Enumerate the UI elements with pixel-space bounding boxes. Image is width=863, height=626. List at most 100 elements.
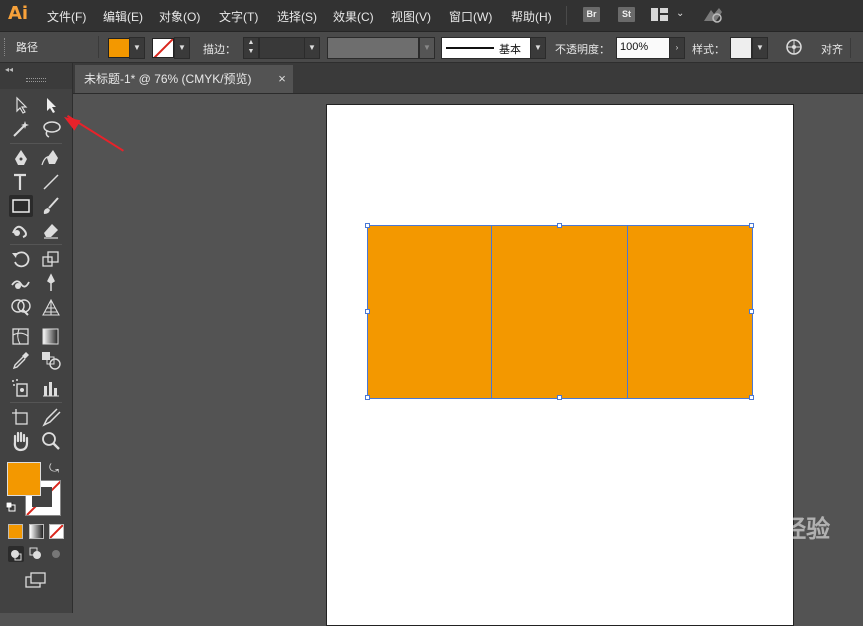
artboard-tool-icon[interactable] <box>9 406 33 428</box>
pen-tool-icon[interactable] <box>9 147 33 169</box>
fill-color-swatch[interactable] <box>108 38 130 58</box>
puppet-warp-tool-icon[interactable] <box>39 272 63 294</box>
fill-color-box[interactable] <box>7 462 41 496</box>
menu-view[interactable]: 视图(V) <box>391 8 431 25</box>
workspace-layout-icon[interactable] <box>651 8 668 21</box>
stroke-weight-input[interactable] <box>259 37 305 59</box>
variable-width-dropdown[interactable]: ▼ <box>419 37 435 59</box>
align-label[interactable]: 对齐 <box>821 41 843 57</box>
paintbrush-tool-icon[interactable] <box>39 195 63 217</box>
bounding-box-handle[interactable] <box>557 223 562 228</box>
watermark-brand: Bai <box>662 510 716 545</box>
paw-icon <box>715 518 737 541</box>
draw-inside-icon[interactable] <box>48 546 64 562</box>
bounding-box-handle[interactable] <box>749 223 754 228</box>
opacity-input[interactable]: 100% <box>616 37 670 59</box>
perspective-grid-tool-icon[interactable] <box>39 296 63 318</box>
menu-effect[interactable]: 效果(C) <box>333 8 374 25</box>
selection-type-label: 路径 <box>16 42 38 54</box>
bounding-box-handle[interactable] <box>749 395 754 400</box>
baidu-watermark: Bai du 经验 jingyan.baidu.com <box>662 510 830 562</box>
magic-wand-tool-icon[interactable] <box>9 118 33 140</box>
curvature-tool-icon[interactable] <box>39 147 63 169</box>
mesh-tool-icon[interactable] <box>9 325 33 347</box>
chevron-down-icon[interactable]: ⌄ <box>676 8 684 19</box>
stroke-weight-dropdown[interactable]: ▼ <box>304 37 320 59</box>
swap-fill-stroke-icon[interactable]: ⤿ <box>49 461 59 476</box>
menu-file[interactable]: 文件(F) <box>47 8 86 25</box>
symbol-sprayer-tool-icon[interactable] <box>9 377 33 399</box>
stock-icon[interactable]: St <box>618 7 635 22</box>
stroke-weight-stepper[interactable]: ▲ ▼ <box>243 37 259 59</box>
bounding-box-handle[interactable] <box>365 223 370 228</box>
hand-tool-icon[interactable] <box>9 430 33 452</box>
menu-edit[interactable]: 编辑(E) <box>103 8 143 25</box>
watermark-url: jingyan.baidu.com <box>663 545 793 561</box>
none-mode-icon[interactable] <box>49 524 64 539</box>
menu-select[interactable]: 选择(S) <box>277 8 317 25</box>
tool-divider <box>10 244 62 245</box>
lasso-tool-icon[interactable] <box>39 118 63 140</box>
color-mode-icon[interactable] <box>8 524 23 539</box>
brush-definition-label: 基本 <box>499 44 521 56</box>
bounding-box-handle[interactable] <box>365 395 370 400</box>
column-graph-tool-icon[interactable] <box>39 377 63 399</box>
selected-rectangle-group[interactable] <box>367 225 753 399</box>
scale-tool-icon[interactable] <box>39 248 63 270</box>
style-dropdown[interactable]: ▼ <box>752 37 768 59</box>
document-tab-title: 未标题-1* @ 76% (CMYK/预览) <box>84 72 252 86</box>
opacity-label: 不透明度： <box>555 44 610 56</box>
collapse-panel-icon[interactable]: ◂◂ <box>5 65 13 74</box>
bounding-box-handle[interactable] <box>749 309 754 314</box>
stroke-color-swatch[interactable] <box>152 38 174 58</box>
menu-help[interactable]: 帮助(H) <box>511 8 552 25</box>
opacity-flyout[interactable]: › <box>669 37 685 59</box>
type-tool-icon[interactable] <box>9 171 33 193</box>
bridge-icon[interactable]: Br <box>583 7 600 22</box>
panel-grip <box>4 38 7 56</box>
warp-tool-icon[interactable] <box>9 272 33 294</box>
gradient-tool-icon[interactable] <box>39 325 63 347</box>
menu-type[interactable]: 文字(T) <box>219 8 258 25</box>
menu-bar: Ai 文件(F) 编辑(E) 对象(O) 文字(T) 选择(S) 效果(C) 视… <box>0 0 863 32</box>
menu-object[interactable]: 对象(O) <box>159 8 200 25</box>
watermark-brand2: du <box>737 515 772 543</box>
rotate-tool-icon[interactable] <box>9 248 33 270</box>
selection-tool-icon[interactable] <box>9 94 33 116</box>
draw-normal-icon[interactable] <box>8 546 24 562</box>
draw-behind-icon[interactable] <box>28 546 44 562</box>
shaper-tool-icon[interactable] <box>9 219 33 241</box>
document-tab[interactable]: 未标题-1* @ 76% (CMYK/预览) <box>75 65 293 93</box>
graphic-style-swatch[interactable] <box>730 37 752 59</box>
brush-dropdown[interactable]: ▼ <box>530 37 546 59</box>
slice-tool-icon[interactable] <box>39 406 63 428</box>
rectangle-tool-icon[interactable] <box>9 195 33 217</box>
gpu-performance-icon[interactable] <box>702 6 724 24</box>
stroke-dropdown[interactable]: ▼ <box>174 37 190 59</box>
menu-divider <box>566 6 567 25</box>
shape-builder-tool-icon[interactable] <box>9 296 33 318</box>
close-tab-icon[interactable]: × <box>276 65 288 93</box>
eyedropper-tool-icon[interactable] <box>9 349 33 371</box>
rectangle-divider <box>627 226 628 398</box>
fill-dropdown[interactable]: ▼ <box>129 37 145 59</box>
default-fill-stroke-icon[interactable] <box>5 501 16 512</box>
eraser-tool-icon[interactable] <box>39 219 63 241</box>
opacity-value: 100% <box>620 41 649 53</box>
variable-width-profile[interactable] <box>327 37 419 59</box>
gradient-mode-icon[interactable] <box>29 524 44 539</box>
direct-selection-tool-icon[interactable] <box>39 94 63 116</box>
brush-definition[interactable]: 基本 <box>441 37 531 59</box>
bounding-box-handle[interactable] <box>557 395 562 400</box>
rectangle-divider <box>491 226 492 398</box>
line-segment-tool-icon[interactable] <box>39 171 63 193</box>
change-screen-mode-icon[interactable] <box>25 572 47 590</box>
recolor-artwork-icon[interactable] <box>785 38 803 56</box>
tool-divider <box>10 143 62 144</box>
zoom-tool-icon[interactable] <box>39 430 63 452</box>
blend-tool-icon[interactable] <box>39 349 63 371</box>
control-divider <box>98 36 99 58</box>
bounding-box-handle[interactable] <box>365 309 370 314</box>
tools-panel-header: ◂◂ <box>0 63 72 89</box>
menu-window[interactable]: 窗口(W) <box>449 8 492 25</box>
